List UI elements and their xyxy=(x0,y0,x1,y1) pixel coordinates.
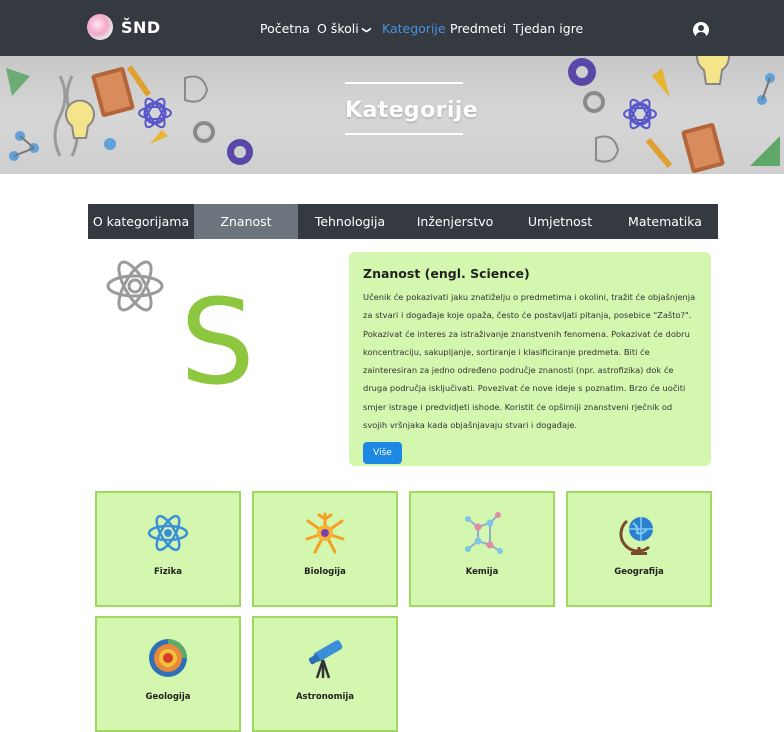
subject-card-geologija[interactable]: Geologija xyxy=(95,616,241,732)
subject-card-kemija[interactable]: Kemija xyxy=(409,491,555,607)
hero-banner: Kategorije xyxy=(0,56,784,174)
subject-label: Astronomija xyxy=(295,692,355,702)
subject-label: Kemija xyxy=(465,567,499,577)
tab-umjetnost[interactable]: Umjetnost xyxy=(508,204,612,239)
category-description: Učenik će pokazivati jaku znatiželju o p… xyxy=(363,292,696,431)
more-button[interactable]: Više xyxy=(363,442,402,464)
chevron-down-icon: ❯ xyxy=(360,26,371,34)
tab-o-kategorijama[interactable]: O kategorijama xyxy=(88,204,194,239)
brand-name: ŠND xyxy=(121,17,161,37)
atom-outline-icon xyxy=(106,260,164,312)
subject-card-biologija[interactable]: Biologija xyxy=(252,491,398,607)
nav-item-predmeti[interactable]: Predmeti xyxy=(450,21,506,36)
top-navbar: ŠND Početna O školi ❯ Kategorije Predmeti… xyxy=(0,0,784,56)
nav-item-o-skoli-label: O školi xyxy=(317,21,359,36)
brand-link[interactable]: ŠND xyxy=(87,14,161,40)
page-title: Kategorije xyxy=(345,98,479,123)
earth-layers-icon xyxy=(149,639,187,677)
science-doodles-right-icon xyxy=(568,56,780,173)
tab-znanost[interactable]: Znanost xyxy=(194,204,298,239)
hero-divider-bottom xyxy=(345,133,463,135)
atom-icon xyxy=(147,514,189,552)
subject-label: Fizika xyxy=(154,567,182,577)
nav-item-kategorije[interactable]: Kategorije xyxy=(382,21,446,36)
category-tabs: O kategorijama Znanost Tehnologija Inžen… xyxy=(88,204,718,239)
hero-title-block: Kategorije xyxy=(345,82,479,135)
tab-tehnologija[interactable]: Tehnologija xyxy=(298,204,402,239)
category-info-card: Znanost (engl. Science) Učenik će pokazi… xyxy=(349,252,711,466)
tab-inzenjerstvo[interactable]: Inženjerstvo xyxy=(402,204,508,239)
category-letter: S xyxy=(180,273,255,411)
molecule-icon xyxy=(465,512,503,554)
nav-item-o-skoli[interactable]: O školi ❯ xyxy=(317,21,371,36)
subject-label: Biologija xyxy=(304,567,346,577)
telescope-icon xyxy=(308,640,343,679)
nav-item-tjedan-igre[interactable]: Tjedan igre xyxy=(513,21,583,36)
user-account-icon[interactable] xyxy=(693,22,709,38)
nav-item-pocetna[interactable]: Početna xyxy=(260,21,310,36)
globe-icon xyxy=(619,517,653,555)
subject-card-astronomija[interactable]: Astronomija xyxy=(252,616,398,732)
neuron-icon xyxy=(305,512,345,554)
subject-card-fizika[interactable]: Fizika xyxy=(95,491,241,607)
category-title: Znanost (engl. Science) xyxy=(363,266,530,281)
subject-label: Geografija xyxy=(614,567,664,577)
brain-logo-icon xyxy=(87,14,113,40)
subject-card-geografija[interactable]: Geografija xyxy=(566,491,712,607)
tab-matematika[interactable]: Matematika xyxy=(612,204,718,239)
subject-label: Geologija xyxy=(145,692,191,702)
science-doodles-left-icon xyxy=(6,65,253,165)
